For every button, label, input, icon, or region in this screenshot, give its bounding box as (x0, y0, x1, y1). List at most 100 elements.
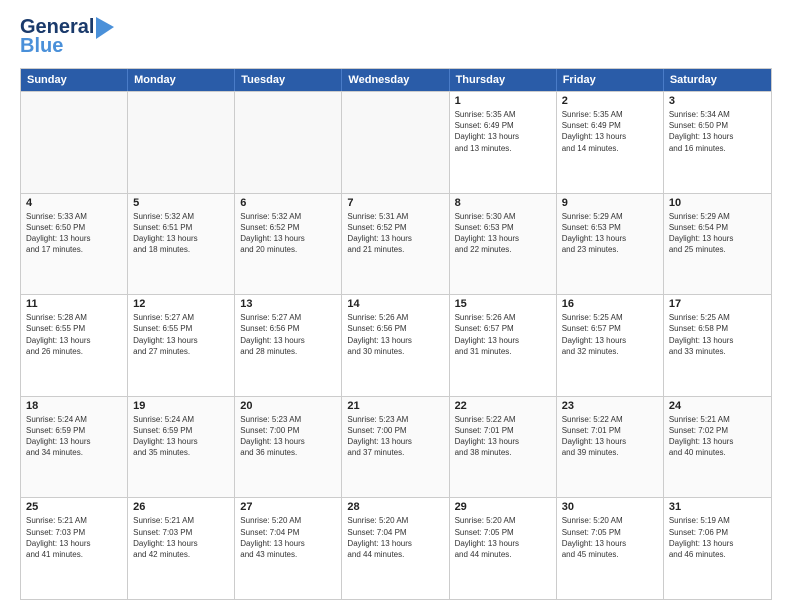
cal-cell-5-3: 27 Sunrise: 5:20 AM Sunset: 7:04 PM Dayli… (235, 498, 342, 599)
cell-info: Sunrise: 5:32 AM Sunset: 6:51 PM Dayligh… (133, 211, 229, 256)
cal-cell-2-6: 9 Sunrise: 5:29 AM Sunset: 6:53 PM Daylig… (557, 194, 664, 295)
cal-cell-3-1: 11 Sunrise: 5:28 AM Sunset: 6:55 PM Dayli… (21, 295, 128, 396)
cal-cell-5-7: 31 Sunrise: 5:19 AM Sunset: 7:06 PM Dayli… (664, 498, 771, 599)
cell-info: Sunrise: 5:23 AM Sunset: 7:00 PM Dayligh… (347, 414, 443, 459)
day-number: 21 (347, 400, 443, 412)
cell-info: Sunrise: 5:27 AM Sunset: 6:55 PM Dayligh… (133, 312, 229, 357)
calendar-body: 1 Sunrise: 5:35 AM Sunset: 6:49 PM Daylig… (21, 91, 771, 599)
cal-cell-2-5: 8 Sunrise: 5:30 AM Sunset: 6:53 PM Daylig… (450, 194, 557, 295)
cell-info: Sunrise: 5:29 AM Sunset: 6:54 PM Dayligh… (669, 211, 766, 256)
day-number: 6 (240, 197, 336, 209)
day-number: 16 (562, 298, 658, 310)
cell-info: Sunrise: 5:32 AM Sunset: 6:52 PM Dayligh… (240, 211, 336, 256)
cal-cell-1-5: 1 Sunrise: 5:35 AM Sunset: 6:49 PM Daylig… (450, 92, 557, 193)
cell-info: Sunrise: 5:25 AM Sunset: 6:57 PM Dayligh… (562, 312, 658, 357)
cal-cell-4-5: 22 Sunrise: 5:22 AM Sunset: 7:01 PM Dayli… (450, 397, 557, 498)
cell-info: Sunrise: 5:21 AM Sunset: 7:02 PM Dayligh… (669, 414, 766, 459)
cal-cell-2-7: 10Sunrise: 5:29 AM Sunset: 6:54 PM Dayli… (664, 194, 771, 295)
calendar-row-3: 11 Sunrise: 5:28 AM Sunset: 6:55 PM Dayli… (21, 294, 771, 396)
logo: General Blue (20, 16, 114, 58)
cell-info: Sunrise: 5:19 AM Sunset: 7:06 PM Dayligh… (669, 515, 766, 560)
cal-cell-5-4: 28 Sunrise: 5:20 AM Sunset: 7:04 PM Dayli… (342, 498, 449, 599)
header-day-monday: Monday (128, 69, 235, 91)
cal-cell-2-3: 6 Sunrise: 5:32 AM Sunset: 6:52 PM Daylig… (235, 194, 342, 295)
cell-info: Sunrise: 5:27 AM Sunset: 6:56 PM Dayligh… (240, 312, 336, 357)
day-number: 7 (347, 197, 443, 209)
cell-info: Sunrise: 5:24 AM Sunset: 6:59 PM Dayligh… (26, 414, 122, 459)
cell-info: Sunrise: 5:26 AM Sunset: 6:56 PM Dayligh… (347, 312, 443, 357)
day-number: 27 (240, 501, 336, 513)
cell-info: Sunrise: 5:23 AM Sunset: 7:00 PM Dayligh… (240, 414, 336, 459)
cal-cell-3-2: 12 Sunrise: 5:27 AM Sunset: 6:55 PM Dayli… (128, 295, 235, 396)
day-number: 22 (455, 400, 551, 412)
cal-cell-4-7: 24 Sunrise: 5:21 AM Sunset: 7:02 PM Dayli… (664, 397, 771, 498)
header: General Blue (20, 16, 772, 58)
cell-info: Sunrise: 5:28 AM Sunset: 6:55 PM Dayligh… (26, 312, 122, 357)
cal-cell-2-2: 5Sunrise: 5:32 AM Sunset: 6:51 PM Daylig… (128, 194, 235, 295)
day-number: 23 (562, 400, 658, 412)
cal-cell-5-1: 25Sunrise: 5:21 AM Sunset: 7:03 PM Dayli… (21, 498, 128, 599)
cal-cell-1-7: 3 Sunrise: 5:34 AM Sunset: 6:50 PM Daylig… (664, 92, 771, 193)
cal-cell-4-4: 21 Sunrise: 5:23 AM Sunset: 7:00 PM Dayli… (342, 397, 449, 498)
cal-cell-1-6: 2Sunrise: 5:35 AM Sunset: 6:49 PM Daylig… (557, 92, 664, 193)
cal-cell-1-1 (21, 92, 128, 193)
cell-info: Sunrise: 5:35 AM Sunset: 6:49 PM Dayligh… (455, 109, 551, 154)
cal-cell-1-3 (235, 92, 342, 193)
calendar-header: SundayMondayTuesdayWednesdayThursdayFrid… (21, 69, 771, 91)
day-number: 18 (26, 400, 122, 412)
calendar-row-5: 25Sunrise: 5:21 AM Sunset: 7:03 PM Dayli… (21, 497, 771, 599)
cell-info: Sunrise: 5:20 AM Sunset: 7:04 PM Dayligh… (240, 515, 336, 560)
cell-info: Sunrise: 5:20 AM Sunset: 7:05 PM Dayligh… (455, 515, 551, 560)
calendar-row-2: 4Sunrise: 5:33 AM Sunset: 6:50 PM Daylig… (21, 193, 771, 295)
logo-arrow-icon (96, 17, 114, 39)
cell-info: Sunrise: 5:24 AM Sunset: 6:59 PM Dayligh… (133, 414, 229, 459)
day-number: 26 (133, 501, 229, 513)
day-number: 30 (562, 501, 658, 513)
day-number: 31 (669, 501, 766, 513)
cal-cell-5-5: 29 Sunrise: 5:20 AM Sunset: 7:05 PM Dayli… (450, 498, 557, 599)
day-number: 17 (669, 298, 766, 310)
day-number: 3 (669, 95, 766, 107)
calendar-row-4: 18 Sunrise: 5:24 AM Sunset: 6:59 PM Dayli… (21, 396, 771, 498)
day-number: 13 (240, 298, 336, 310)
header-day-thursday: Thursday (450, 69, 557, 91)
day-number: 2 (562, 95, 658, 107)
cal-cell-4-2: 19 Sunrise: 5:24 AM Sunset: 6:59 PM Dayli… (128, 397, 235, 498)
day-number: 29 (455, 501, 551, 513)
cal-cell-4-1: 18 Sunrise: 5:24 AM Sunset: 6:59 PM Dayli… (21, 397, 128, 498)
cal-cell-3-3: 13 Sunrise: 5:27 AM Sunset: 6:56 PM Dayli… (235, 295, 342, 396)
header-day-friday: Friday (557, 69, 664, 91)
cell-info: Sunrise: 5:20 AM Sunset: 7:04 PM Dayligh… (347, 515, 443, 560)
day-number: 1 (455, 95, 551, 107)
day-number: 28 (347, 501, 443, 513)
cell-info: Sunrise: 5:30 AM Sunset: 6:53 PM Dayligh… (455, 211, 551, 256)
header-day-wednesday: Wednesday (342, 69, 449, 91)
page: General Blue SundayMondayTuesdayWednesda… (0, 0, 792, 612)
header-day-saturday: Saturday (664, 69, 771, 91)
cell-info: Sunrise: 5:26 AM Sunset: 6:57 PM Dayligh… (455, 312, 551, 357)
day-number: 9 (562, 197, 658, 209)
cell-info: Sunrise: 5:22 AM Sunset: 7:01 PM Dayligh… (455, 414, 551, 459)
calendar: SundayMondayTuesdayWednesdayThursdayFrid… (20, 68, 772, 600)
cell-info: Sunrise: 5:25 AM Sunset: 6:58 PM Dayligh… (669, 312, 766, 357)
cal-cell-3-7: 17 Sunrise: 5:25 AM Sunset: 6:58 PM Dayli… (664, 295, 771, 396)
cal-cell-5-6: 30Sunrise: 5:20 AM Sunset: 7:05 PM Dayli… (557, 498, 664, 599)
day-number: 19 (133, 400, 229, 412)
cell-info: Sunrise: 5:34 AM Sunset: 6:50 PM Dayligh… (669, 109, 766, 154)
cell-info: Sunrise: 5:29 AM Sunset: 6:53 PM Dayligh… (562, 211, 658, 256)
cell-info: Sunrise: 5:33 AM Sunset: 6:50 PM Dayligh… (26, 211, 122, 256)
cal-cell-5-2: 26Sunrise: 5:21 AM Sunset: 7:03 PM Dayli… (128, 498, 235, 599)
day-number: 24 (669, 400, 766, 412)
day-number: 11 (26, 298, 122, 310)
cell-info: Sunrise: 5:22 AM Sunset: 7:01 PM Dayligh… (562, 414, 658, 459)
cell-info: Sunrise: 5:31 AM Sunset: 6:52 PM Dayligh… (347, 211, 443, 256)
header-day-sunday: Sunday (21, 69, 128, 91)
cal-cell-3-5: 15Sunrise: 5:26 AM Sunset: 6:57 PM Dayli… (450, 295, 557, 396)
cal-cell-4-3: 20Sunrise: 5:23 AM Sunset: 7:00 PM Dayli… (235, 397, 342, 498)
day-number: 8 (455, 197, 551, 209)
cell-info: Sunrise: 5:21 AM Sunset: 7:03 PM Dayligh… (26, 515, 122, 560)
header-day-tuesday: Tuesday (235, 69, 342, 91)
day-number: 12 (133, 298, 229, 310)
cal-cell-2-1: 4Sunrise: 5:33 AM Sunset: 6:50 PM Daylig… (21, 194, 128, 295)
day-number: 14 (347, 298, 443, 310)
